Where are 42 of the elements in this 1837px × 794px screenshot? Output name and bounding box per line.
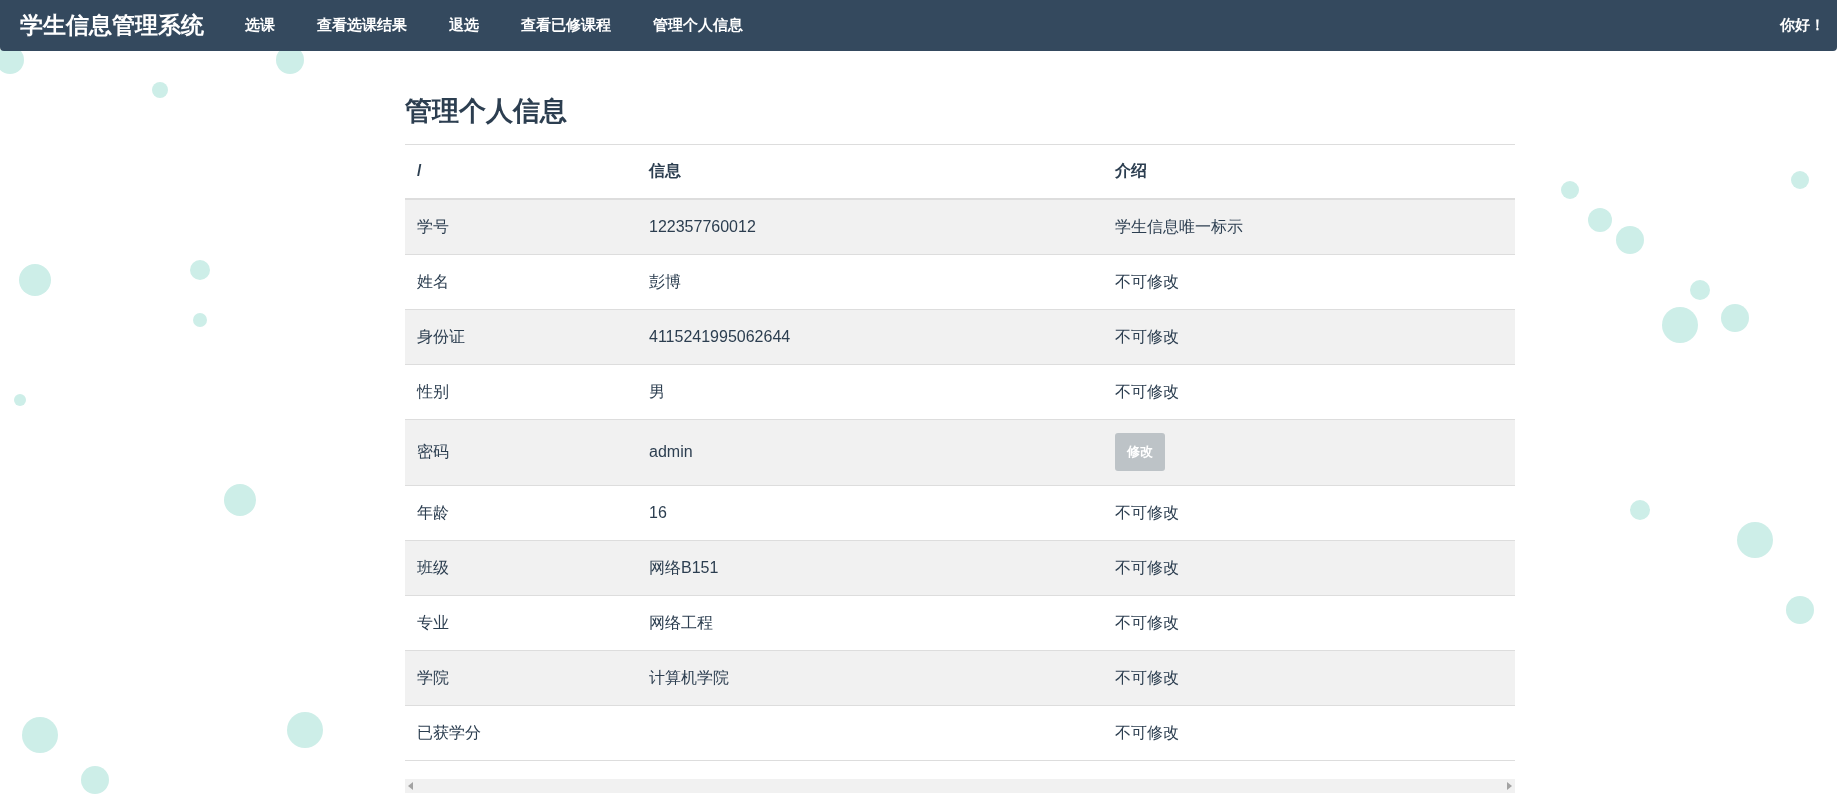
table-cell: 性别 — [417, 382, 449, 400]
table-cell: admin — [649, 443, 693, 460]
table-cell: 年龄 — [417, 503, 449, 521]
table-cell: 计算机学院 — [649, 668, 729, 686]
table-cell: 学生信息唯一标示 — [1115, 217, 1243, 235]
column-header: 信息 — [649, 162, 681, 179]
nav-link[interactable]: 查看选课结果 — [296, 0, 428, 51]
table-cell: 学号 — [417, 217, 449, 235]
table-cell: 不可修改 — [1115, 503, 1179, 521]
nav-link[interactable]: 查看已修课程 — [500, 0, 632, 51]
table-cell: 已获学分 — [417, 723, 481, 741]
nav-link[interactable]: 退选 — [428, 0, 500, 51]
table-cell: 男 — [649, 382, 665, 400]
table-cell: 网络工程 — [649, 613, 713, 631]
table-cell: 密码 — [417, 443, 449, 460]
nav-link[interactable]: 选课 — [224, 0, 296, 51]
brand-title: 学生信息管理系统 — [20, 11, 204, 41]
table-cell: 不可修改 — [1115, 613, 1179, 631]
table-cell: 不可修改 — [1115, 327, 1179, 345]
nav-link[interactable]: 管理个人信息 — [632, 0, 764, 51]
greeting: 你好！ — [1780, 15, 1826, 36]
column-header: 介绍 — [1115, 162, 1147, 179]
table-cell: 不可修改 — [1115, 558, 1179, 576]
table-cell: 不可修改 — [1115, 668, 1179, 686]
left-arrow-icon[interactable] — [408, 781, 414, 790]
page-title: 管理个人信息 — [405, 95, 568, 128]
table-cell: 班级 — [417, 558, 449, 576]
column-header: / — [417, 162, 422, 179]
right-arrow-icon[interactable] — [1506, 781, 1512, 790]
table-cell: 4115241995062644 — [649, 327, 791, 345]
table-cell: 学院 — [417, 668, 449, 686]
table-cell: 身份证 — [417, 327, 465, 345]
table-cell: 彭博 — [649, 272, 681, 290]
table-cell: 网络B151 — [649, 558, 719, 576]
table-cell: 122357760012 — [649, 217, 756, 235]
table-cell: 不可修改 — [1115, 382, 1179, 400]
table-cell: 不可修改 — [1115, 272, 1179, 290]
table-cell: 不可修改 — [1115, 723, 1179, 741]
table-cell: 专业 — [417, 613, 449, 631]
table-cell: 16 — [649, 503, 667, 521]
table-cell: 姓名 — [417, 272, 449, 290]
horizontal-scrollbar[interactable] — [405, 778, 1515, 793]
